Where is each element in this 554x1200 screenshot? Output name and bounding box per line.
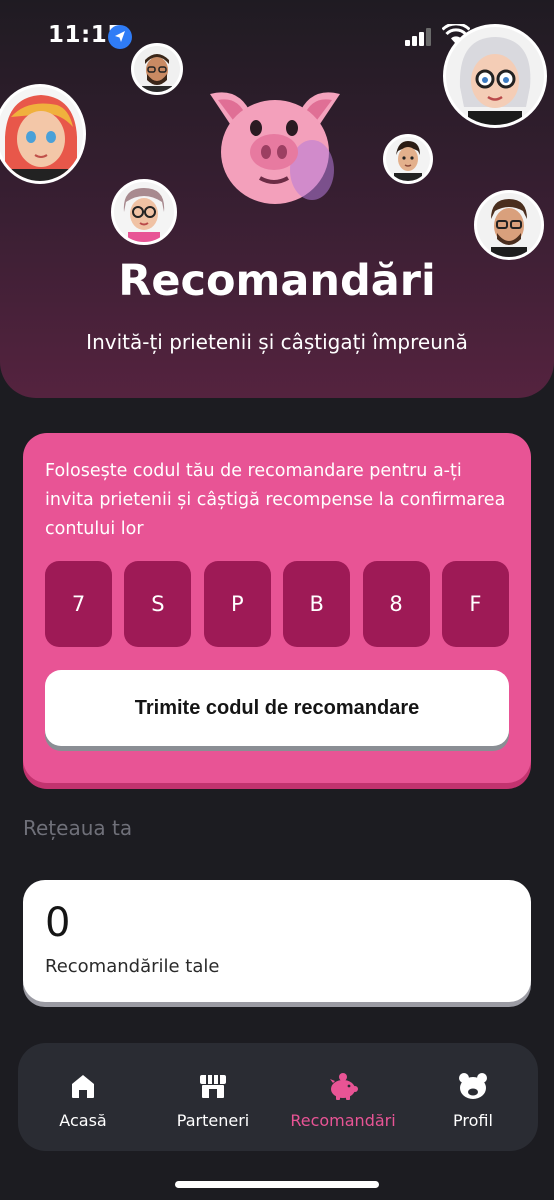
network-section-label: Rețeaua ta (23, 816, 133, 840)
nav-label-home: Acasă (59, 1111, 107, 1130)
home-indicator (175, 1181, 379, 1188)
referrals-count: 0 (45, 900, 71, 946)
nav-item-profile[interactable]: Profil (408, 1043, 538, 1151)
page-title: Recomandări (118, 256, 436, 306)
referrals-count-card: 0 Recomandările tale (23, 880, 531, 1002)
location-arrow-icon (108, 25, 132, 49)
referral-code-card: Folosește codul tău de recomandare pentr… (23, 433, 531, 783)
page-subtitle: Invită-ți prietenii și câștigați împreun… (86, 330, 468, 354)
code-character: 7 (45, 561, 112, 647)
cellular-signal-icon (405, 28, 433, 46)
referral-description: Folosește codul tău de recomandare pentr… (45, 461, 506, 539)
nav-item-referrals[interactable]: Recomandări (278, 1043, 408, 1151)
code-character: S (124, 561, 192, 647)
avatar-man-glasses (474, 190, 544, 260)
nav-item-partners[interactable]: Parteneri (148, 1043, 278, 1151)
code-character: 8 (362, 561, 430, 647)
nav-label-referrals: Recomandări (290, 1111, 396, 1130)
store-icon (200, 1075, 226, 1098)
avatar-man-beard (131, 43, 183, 95)
nav-item-home[interactable]: Acasă (18, 1043, 148, 1151)
code-character: F (441, 561, 509, 647)
referral-code: 7 S P B 8 F (45, 561, 509, 647)
nav-label-partners: Parteneri (176, 1111, 250, 1130)
avatar-boy (383, 134, 433, 184)
home-icon (72, 1075, 94, 1098)
referrals-count-label: Recomandările tale (45, 956, 220, 977)
bottom-navigation: Acasă Parteneri Recomandări Profil (18, 1043, 538, 1151)
avatar-woman-gray-hair (443, 24, 547, 128)
send-referral-code-button[interactable]: Trimite codul de recomandare (45, 670, 509, 746)
avatar-woman-glasses (111, 179, 177, 245)
nav-label-profile: Profil (453, 1111, 493, 1130)
code-character: B (283, 561, 351, 647)
piggy-bank-icon (330, 1073, 358, 1100)
hero-header: 11:15 Recomandări Invită-ți prietenii și… (0, 0, 554, 398)
bear-face-icon (459, 1073, 487, 1099)
pig-mascot-icon (200, 86, 350, 210)
avatar-woman-red-hair (0, 84, 86, 184)
code-character: P (203, 561, 271, 647)
